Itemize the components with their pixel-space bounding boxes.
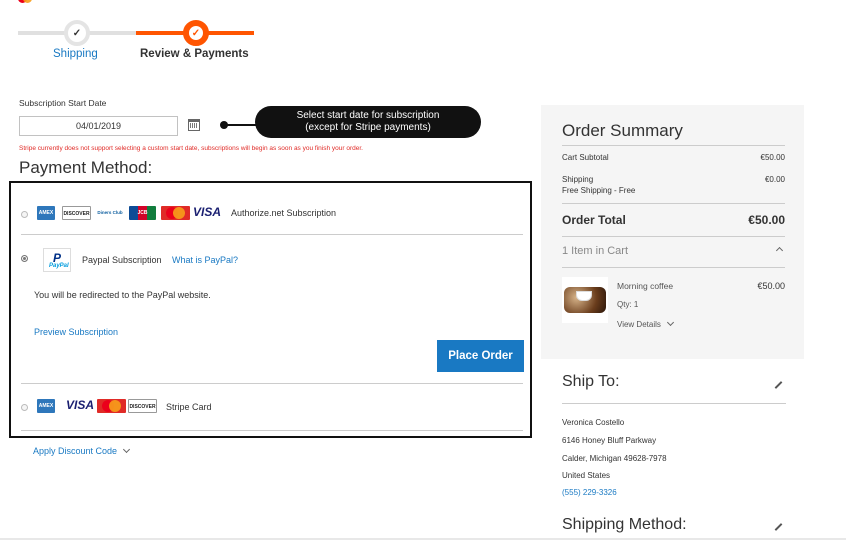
apply-discount-toggle[interactable]: Apply Discount Code <box>33 445 131 456</box>
product-name: Morning coffee <box>617 281 674 291</box>
ship-to-country: United States <box>562 471 611 480</box>
edit-pencil-icon[interactable] <box>774 523 783 531</box>
view-details-label[interactable]: View Details <box>617 320 661 329</box>
cart-subtotal-row: Cart Subtotal €50.00 <box>562 153 785 162</box>
paypal-redirect-note: You will be redirected to the PayPal web… <box>34 290 211 300</box>
discover-card-icon: DISCOVER <box>128 399 157 413</box>
ship-to-city: Calder, Michigan 49628-7978 <box>562 454 667 463</box>
cart-subtotal-label: Cart Subtotal <box>562 153 609 162</box>
subscription-start-date-input[interactable]: 04/01/2019 <box>19 116 178 136</box>
product-image <box>562 277 608 323</box>
diners-card-icon: Diners Club <box>97 206 123 220</box>
items-in-cart-label[interactable]: 1 Item in Cart <box>562 245 628 257</box>
cart-subtotal-value: €50.00 <box>760 153 785 162</box>
order-total-value: €50.00 <box>748 213 785 227</box>
authorize-label[interactable]: Authorize.net Subscription <box>231 208 336 218</box>
step-shipping-label[interactable]: Shipping <box>53 48 98 60</box>
ship-to-street: 6146 Honey Bluff Parkway <box>562 436 657 445</box>
visa-card-icon: VISA <box>66 398 95 412</box>
step-shipping-check-icon[interactable]: ✓ <box>64 20 90 46</box>
subscription-start-date-label: Subscription Start Date <box>19 98 107 108</box>
view-details-toggle[interactable]: View Details <box>617 318 674 329</box>
payment-methods-box: AMEX DISCOVER Diners Club JCB VISA Autho… <box>9 181 532 438</box>
shipping-method-title: Shipping Method: <box>562 516 687 533</box>
calendar-icon[interactable] <box>188 119 200 131</box>
order-summary-title: Order Summary <box>562 121 683 140</box>
stripe-card-label[interactable]: Stripe Card <box>166 402 212 412</box>
payment-method-paypal[interactable]: P PayPal Paypal Subscription What is Pay… <box>21 236 524 384</box>
divider <box>562 236 785 237</box>
order-summary: Order Summary Cart Subtotal €50.00 Shipp… <box>541 105 804 359</box>
authorize-radio[interactable] <box>21 211 28 218</box>
shipping-row: Shipping €0.00 <box>562 175 785 184</box>
edit-pencil-icon[interactable] <box>774 381 783 389</box>
amex-card-icon: AMEX <box>37 399 55 413</box>
start-date-callout: Select start date for subscription (exce… <box>255 106 481 138</box>
product-qty: Qty: 1 <box>617 300 639 309</box>
ship-to-name: Veronica Costello <box>562 418 625 427</box>
divider <box>562 203 785 204</box>
mastercard-icon <box>97 399 126 413</box>
chevron-down-icon <box>123 445 131 454</box>
callout-pointer-line <box>225 124 259 126</box>
preview-subscription-link[interactable]: Preview Subscription <box>34 327 118 337</box>
mastercard-icon <box>161 206 190 220</box>
amex-card-icon: AMEX <box>37 206 55 220</box>
brand-logo <box>18 0 32 4</box>
paypal-label[interactable]: Paypal Subscription <box>82 255 162 265</box>
product-price: €50.00 <box>757 281 785 291</box>
order-total-row: Order Total €50.00 <box>562 213 785 227</box>
paypal-radio[interactable] <box>21 255 28 262</box>
stripe-radio[interactable] <box>21 404 28 411</box>
step-review-check-icon: ✓ <box>183 20 209 46</box>
apply-discount-label[interactable]: Apply Discount Code <box>33 446 117 456</box>
chevron-up-icon <box>775 246 784 255</box>
items-in-cart-toggle[interactable]: 1 Item in Cart <box>562 245 785 257</box>
discover-card-icon: DISCOVER <box>62 206 91 220</box>
what-is-paypal-link[interactable]: What is PayPal? <box>172 255 238 265</box>
order-total-label: Order Total <box>562 213 626 227</box>
divider <box>562 267 785 268</box>
ship-to-title: Ship To: <box>562 373 620 390</box>
ship-to-phone-link[interactable]: (555) 229-3326 <box>562 488 617 497</box>
jcb-card-icon: JCB <box>129 206 156 220</box>
divider <box>562 403 786 404</box>
shipping-value: €0.00 <box>764 175 785 184</box>
place-order-button[interactable]: Place Order <box>437 340 524 372</box>
shipping-label: Shipping <box>562 175 594 184</box>
payment-method-authorize[interactable]: AMEX DISCOVER Diners Club JCB VISA Autho… <box>21 195 523 235</box>
paypal-logo-icon: P PayPal <box>43 248 71 272</box>
visa-card-icon: VISA <box>193 205 222 219</box>
divider <box>562 145 785 146</box>
shipping-method-row: Free Shipping - Free <box>562 186 785 195</box>
chevron-down-icon <box>666 318 674 327</box>
payment-method-title: Payment Method: <box>19 158 153 177</box>
callout-line-2: (except for Stripe payments) <box>305 122 431 133</box>
callout-line-1: Select start date for subscription <box>296 110 440 121</box>
step-review-label: Review & Payments <box>140 48 249 60</box>
shipping-method-text: Free Shipping - Free <box>562 186 636 195</box>
stripe-warning: Stripe currently does not support select… <box>19 145 363 152</box>
payment-method-stripe[interactable]: AMEX VISA DISCOVER Stripe Card <box>21 385 523 431</box>
